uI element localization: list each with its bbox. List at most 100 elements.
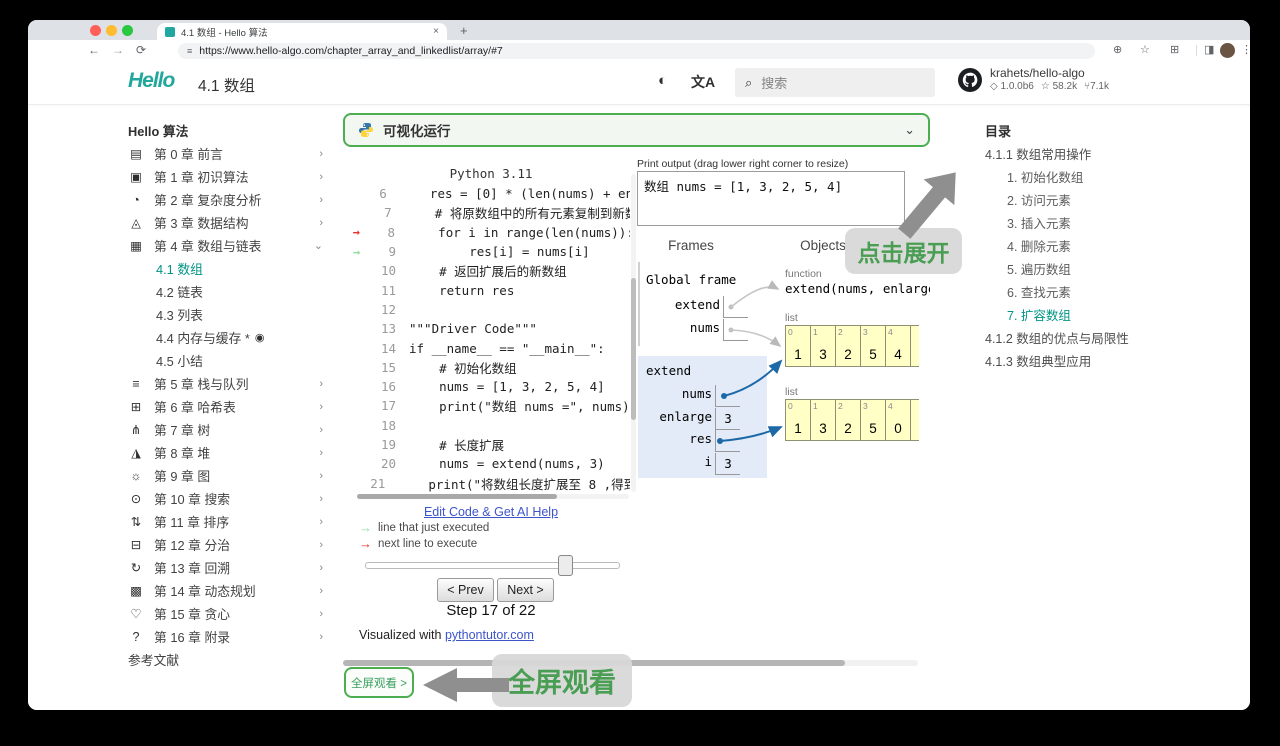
sort-icon: ⇅ [130,515,142,529]
table-of-contents: 目录 4.1.1 数组常用操作 1. 初始化数组 2. 访问元素 3. 插入元素… [985,119,1200,372]
legend-next-line: → next line to execute [359,536,478,551]
chevron-right-icon: › [319,216,323,229]
extensions-icon[interactable]: ⊞ [1170,43,1179,56]
hash-icon: ⊞ [130,400,142,414]
chevron-right-icon: › [319,538,323,551]
chevron-right-icon: › [319,170,323,183]
sidebar-item-ch16[interactable]: ? 第 16 章 附录 › [128,625,333,648]
divider [1196,45,1197,56]
site-logo[interactable]: Hello [128,69,175,93]
star-icon: ☆ [1040,81,1050,92]
search-placeholder: 搜索 [761,76,788,91]
toc-item-traverse[interactable]: 5. 遍历数组 [985,257,1200,280]
sidebar-item-ch12[interactable]: ⊟ 第 12 章 分治 › [128,533,333,556]
sidebar-item-ch11[interactable]: ⇅ 第 11 章 排序 › [128,510,333,533]
pythontutor-embed: Python 3.11 6 res = [0] * (len(nums) + e… [343,150,930,655]
page-title: 4.1 数组 [198,78,255,95]
sidebar-item-ch14[interactable]: ▩ 第 14 章 动态规划 › [128,579,333,602]
fullscreen-button[interactable]: 全屏观看 > [344,667,414,698]
edit-code-link[interactable]: Edit Code & Get AI Help [424,505,558,519]
toc-item-expand[interactable]: 7. 扩容数组 [985,303,1200,326]
chevron-down-icon[interactable]: ⌄ [904,122,915,138]
site-info-icon[interactable]: ≡ [187,46,192,56]
chevron-right-icon: › [319,584,323,597]
code-line: 15 # 初始化数组 [380,359,517,376]
graph-icon: ☼ [130,468,142,483]
sidebar-item-4-5[interactable]: 4.5 小结 [128,349,333,372]
sidebar-root[interactable]: Hello 算法 [128,119,333,142]
new-tab-button[interactable]: + [460,23,468,38]
prev-button[interactable]: < Prev [437,578,494,602]
sidebar-item-ch3[interactable]: ◬ 第 3 章 数据结构 › [128,211,333,234]
github-repo-link[interactable]: krahets/hello-algo ◇ 1.0.0b6 ☆ 58.2k ⑂7.… [958,66,1109,94]
sidebar-item-ch9[interactable]: ☼ 第 9 章 图 › [128,464,333,487]
profile-avatar[interactable] [1220,42,1235,58]
close-window-button[interactable] [90,24,101,36]
theme-toggle-icon[interactable]: ◐ [658,72,667,89]
sidebar-item-ch0[interactable]: ▤ 第 0 章 前言 › [128,142,333,165]
chevron-right-icon: › [319,630,323,643]
tab-title: 4.1 数组 - Hello 算法 [181,27,268,39]
sidebar-item-ch6[interactable]: ⊞ 第 6 章 哈希表 › [128,395,333,418]
side-panel-icon[interactable]: ◨ [1204,43,1214,56]
var-nums: nums [689,320,720,335]
frames-header: Frames [668,238,714,253]
toc-item-init[interactable]: 1. 初始化数组 [985,165,1200,188]
sidebar-item-ch1[interactable]: ▣ 第 1 章 初识算法 › [128,165,333,188]
reload-icon[interactable]: ⟳ [136,43,146,57]
toc-item-access[interactable]: 2. 访问元素 [985,188,1200,211]
sidebar-item-ch8[interactable]: ◮ 第 8 章 堆 › [128,441,333,464]
site-header: Hello 4.1 数组 ◐ 文A ⌕ 搜索 krahets/hello-alg… [28,61,1250,105]
next-line-arrow-icon: → [352,225,360,240]
list-object-1: 01 13 22 35 44 [785,325,919,367]
sidebar-item-4-1[interactable]: 4.1 数组 [128,257,333,280]
slider-thumb[interactable] [558,555,573,576]
address-bar[interactable]: ≡ https://www.hello-algo.com/chapter_arr… [178,42,1095,59]
minimize-window-button[interactable] [106,24,117,36]
edit-code-link-row: Edit Code & Get AI Help [353,505,629,519]
python-icon [359,123,373,137]
sidebar-item-ch15[interactable]: ♡ 第 15 章 贪心 › [128,602,333,625]
sidebar-item-4-4[interactable]: 4.4 内存与缓存 * ◉ [128,326,333,349]
pythontutor-link[interactable]: pythontutor.com [445,628,534,642]
translate-icon[interactable]: 文A [691,72,715,92]
sidebar-item-4-2[interactable]: 4.2 链表 [128,280,333,303]
back-icon[interactable]: ← [88,43,100,57]
sidebar-item-ch7[interactable]: ⋔ 第 7 章 树 › [128,418,333,441]
visual-run-panel-header[interactable]: 可视化运行 ⌄ [343,113,930,147]
browser-tab[interactable]: 4.1 数组 - Hello 算法 × [157,23,447,40]
code-horizontal-scrollbar[interactable] [357,494,629,499]
close-tab-icon[interactable]: × [433,26,439,37]
search-input[interactable]: ⌕ 搜索 [735,68,935,97]
menu-kebab-icon[interactable]: ⋮ [1241,43,1250,56]
bookmark-star-icon[interactable]: ☆ [1140,43,1150,56]
toc-item-insert[interactable]: 3. 插入元素 [985,211,1200,234]
code-line: 12 [380,301,396,317]
sidebar-item-references[interactable]: 参考文献 [128,648,333,671]
sidebar-item-ch2[interactable]: ◔ 第 2 章 复杂度分析 › [128,188,333,211]
maximize-window-button[interactable] [122,24,133,36]
sidebar-item-ch5[interactable]: ≡ 第 5 章 栈与队列 › [128,372,333,395]
list-type-label: list [785,312,798,324]
algorithm-icon: ▣ [130,170,142,184]
toc-item-delete[interactable]: 4. 删除元素 [985,234,1200,257]
stack-icon: ≡ [132,376,140,391]
sidebar-item-ch10[interactable]: ⊙ 第 10 章 搜索 › [128,487,333,510]
zoom-icon[interactable]: ⊕ [1113,43,1122,56]
search-icon: ⌕ [745,74,753,90]
next-button[interactable]: Next > [497,578,554,602]
toc-item-412[interactable]: 4.1.2 数组的优点与局限性 [985,326,1200,349]
toc-item-413[interactable]: 4.1.3 数组典型应用 [985,349,1200,372]
sidebar-item-ch4[interactable]: ▦ 第 4 章 数组与链表 ⌄ [128,234,333,257]
print-output-box[interactable]: 数组 nums = [1, 3, 2, 5, 4] [637,171,905,226]
toc-item-find[interactable]: 6. 查找元素 [985,280,1200,303]
forward-icon[interactable]: → [112,43,124,57]
sidebar-item-4-3[interactable]: 4.3 列表 [128,303,333,326]
python-version-label: Python 3.11 [449,166,533,181]
toc-item-411[interactable]: 4.1.1 数组常用操作 [985,142,1200,165]
search-chapter-icon: ⊙ [130,492,142,506]
page-content: Hello 4.1 数组 ◐ 文A ⌕ 搜索 krahets/hello-alg… [28,61,1250,710]
sidebar-item-ch13[interactable]: ↻ 第 13 章 回溯 › [128,556,333,579]
step-slider[interactable] [365,555,620,576]
appendix-icon: ? [132,629,140,644]
